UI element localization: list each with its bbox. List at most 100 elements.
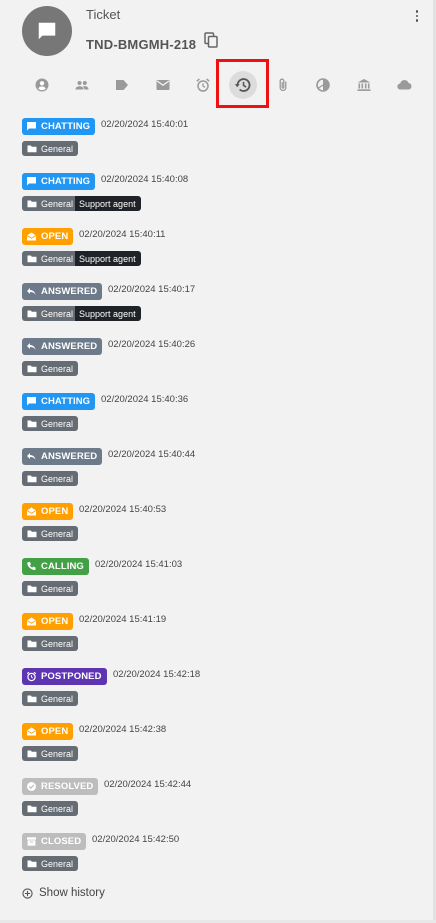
drafts-icon	[27, 232, 36, 241]
tab-email[interactable]	[149, 71, 177, 99]
tag-group: General Support agent	[22, 196, 141, 211]
tag-group: General	[22, 746, 79, 761]
tag-group: General	[22, 801, 79, 816]
history-entry: CHATTING 02/20/2024 15:40:08 General Suppor…	[22, 173, 412, 213]
folder-icon	[27, 310, 37, 318]
status-badge: RESOLVED	[22, 778, 99, 795]
agent-tag: Support agent	[75, 306, 141, 321]
history-timestamp: 02/20/2024 15:40:17	[108, 284, 196, 295]
folder-icon	[27, 145, 37, 153]
tab-bank[interactable]	[350, 71, 378, 99]
tab-attachments[interactable]	[269, 71, 297, 99]
category-tag: General	[22, 526, 79, 541]
status-badge: CHATTING	[22, 173, 96, 190]
chat-icon	[27, 397, 36, 406]
tag-group: General	[22, 361, 79, 376]
check-circle-icon	[27, 782, 36, 791]
category-tag: General	[22, 471, 79, 486]
history-entry: OPEN 02/20/2024 15:41:19 General	[22, 613, 412, 653]
reply-icon	[27, 343, 36, 350]
history-entry: ANSWERED 02/20/2024 15:40:17 General Suppor…	[22, 283, 412, 323]
drafts-icon	[27, 617, 36, 626]
category-tag-label: General	[41, 638, 74, 649]
tag-group: General	[22, 581, 79, 596]
status-label: OPEN	[41, 616, 69, 627]
history-timestamp: 02/20/2024 15:40:53	[79, 504, 167, 515]
tab-group[interactable]	[68, 71, 96, 99]
history-timestamp: 02/20/2024 15:40:44	[108, 449, 196, 460]
history-timestamp: 02/20/2024 15:42:38	[79, 724, 167, 735]
status-badge: ANSWERED	[22, 448, 103, 465]
status-badge: OPEN	[22, 613, 74, 630]
category-tag: General	[22, 801, 79, 816]
tab-cloud[interactable]	[390, 71, 418, 99]
phone-icon	[27, 562, 36, 570]
category-tag: General	[22, 691, 79, 706]
history-timestamp: 02/20/2024 15:40:36	[101, 394, 189, 405]
reply-icon	[27, 288, 36, 295]
category-tag: General	[22, 361, 79, 376]
tab-pie[interactable]	[309, 71, 337, 99]
category-tag-label: General	[41, 858, 74, 869]
tag-group: General	[22, 856, 79, 871]
status-badge: ANSWERED	[22, 283, 103, 300]
category-tag-label: General	[41, 473, 74, 484]
more-menu-button[interactable]	[411, 8, 423, 24]
folder-icon	[27, 200, 37, 208]
tab-label[interactable]	[108, 71, 136, 99]
status-label: ANSWERED	[41, 286, 98, 297]
tag-group: General Support agent	[22, 251, 141, 266]
drafts-icon	[27, 727, 36, 736]
category-tag: General	[22, 636, 79, 651]
folder-icon	[27, 420, 37, 428]
ticket-id: TND-BMGMH-218	[86, 37, 197, 52]
category-tag-label: General	[41, 583, 74, 594]
category-tag-label: General	[41, 253, 74, 264]
category-tag-label: General	[41, 308, 74, 319]
status-label: CALLING	[41, 561, 84, 572]
history-timestamp: 02/20/2024 15:40:01	[101, 119, 189, 130]
category-tag-label: General	[41, 418, 74, 429]
history-timestamp: 02/20/2024 15:42:44	[104, 779, 192, 790]
history-entry: ANSWERED 02/20/2024 15:40:26 General	[22, 338, 412, 378]
status-label: CHATTING	[41, 396, 91, 407]
status-label: CLOSED	[41, 836, 82, 847]
tag-group: General	[22, 471, 79, 486]
status-label: OPEN	[41, 506, 69, 517]
tag-group: General Support agent	[22, 306, 141, 321]
category-tag-label: General	[41, 693, 74, 704]
pie-chart-icon	[316, 78, 331, 92]
category-tag-label: General	[41, 528, 74, 539]
chat-icon	[27, 177, 36, 186]
status-label: POSTPONED	[41, 671, 102, 682]
category-tag: General	[22, 856, 79, 871]
kebab-dot-icon	[415, 14, 419, 17]
status-badge: POSTPONED	[22, 668, 107, 685]
show-history-label: Show history	[39, 887, 105, 899]
tab-contact[interactable]	[28, 71, 56, 99]
folder-icon	[27, 365, 37, 373]
tag-group: General	[22, 636, 79, 651]
category-tag: General	[22, 581, 79, 596]
tag-group: General	[22, 141, 79, 156]
category-tag: General	[22, 746, 79, 761]
folder-icon	[27, 805, 37, 813]
show-history-button[interactable]: Show history	[22, 885, 105, 901]
copy-button[interactable]	[204, 32, 220, 50]
category-tag: General	[22, 416, 79, 431]
folder-icon	[27, 475, 37, 483]
history-timestamp: 02/20/2024 15:40:11	[79, 229, 166, 240]
status-badge: ANSWERED	[22, 338, 103, 355]
status-badge: CLOSED	[22, 833, 87, 850]
add-circle-icon	[22, 887, 33, 899]
reply-icon	[27, 453, 36, 460]
copy-icon	[204, 32, 218, 48]
status-label: CHATTING	[41, 176, 91, 187]
history-entry: ANSWERED 02/20/2024 15:40:44 General	[22, 448, 412, 488]
status-label: ANSWERED	[41, 451, 98, 462]
category-tag: General	[22, 306, 76, 321]
status-badge: OPEN	[22, 228, 74, 245]
tab-alarm[interactable]	[189, 71, 217, 99]
category-tag-label: General	[41, 143, 74, 154]
mail-icon	[156, 80, 170, 90]
